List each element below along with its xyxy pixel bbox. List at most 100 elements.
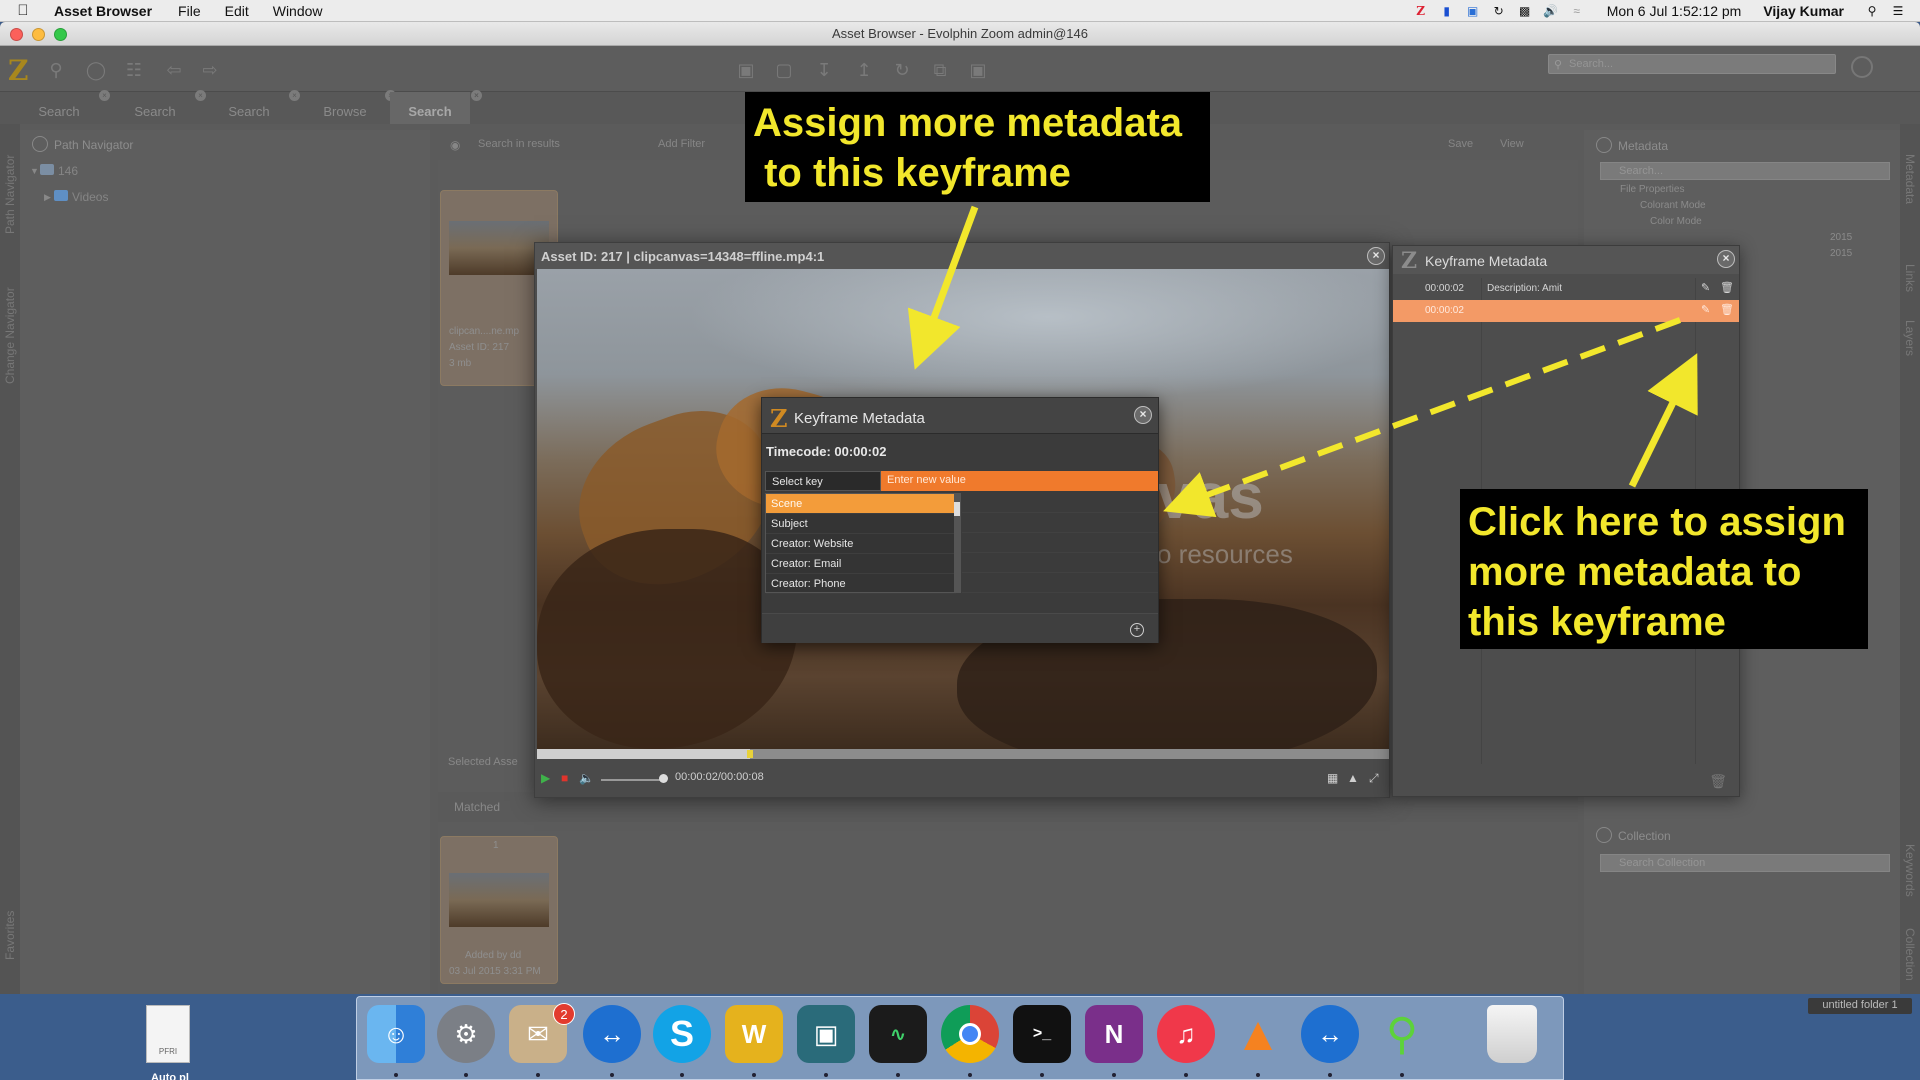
keyframe-row-selected[interactable]: 00:00:02 ✎ 🗑 <box>1393 300 1739 322</box>
refresh-icon[interactable]: ↻ <box>890 58 914 82</box>
layers-side-tab[interactable]: Layers <box>1903 320 1917 356</box>
menubar-clock[interactable]: Mon 6 Jul 1:52:12 pm <box>1595 3 1754 19</box>
browse-icon[interactable]: ☷ <box>122 58 146 82</box>
delete-trash-icon[interactable]: 🗑 <box>1720 303 1734 316</box>
app-menu[interactable]: Asset Browser <box>46 3 166 19</box>
teamviewer-alt-icon[interactable]: ↔ <box>1301 1005 1359 1063</box>
matched-asset-thumbnail[interactable] <box>449 873 549 927</box>
itunes-icon[interactable]: ♫ <box>1157 1005 1215 1063</box>
search-in-results-input[interactable]: Search in results <box>478 138 560 150</box>
zoom-search-icon[interactable]: ⚲ <box>1373 1005 1431 1063</box>
add-filter-button[interactable]: Add Filter <box>658 138 705 150</box>
edit-pencil-icon[interactable]: ✎ <box>1701 303 1710 316</box>
menu-file[interactable]: File <box>166 3 213 19</box>
video-scrubber[interactable] <box>537 749 1389 759</box>
tab-browse[interactable]: Browse × <box>306 90 396 124</box>
forward-arrow-icon[interactable]: ⇨ <box>198 58 222 82</box>
close-keyframe-dialog-button[interactable]: × <box>1134 406 1152 424</box>
skype-icon[interactable]: S <box>653 1005 711 1063</box>
file-properties-group[interactable]: File Properties <box>1600 184 1890 200</box>
keyframe-marker[interactable] <box>747 750 753 758</box>
chrome-icon[interactable] <box>941 1005 999 1063</box>
key-option-scene[interactable]: Scene <box>766 494 956 514</box>
user-account-icon[interactable] <box>1851 56 1873 78</box>
wifi-icon[interactable]: ≈ <box>1569 3 1585 19</box>
tab-search-1[interactable]: Search × <box>20 90 110 124</box>
teamviewer-tray-icon[interactable]: ▣ <box>1465 3 1481 19</box>
metadata-side-tab[interactable]: Metadata <box>1903 154 1917 204</box>
snapshot-icon[interactable]: ▲ <box>1347 771 1359 785</box>
search-icon[interactable]: ⚲ <box>44 58 68 82</box>
desktop-file-icon[interactable]: PFRI <box>146 1005 190 1063</box>
caret-right-icon[interactable]: ▶ <box>44 192 51 203</box>
screens-icon[interactable]: ▣ <box>797 1005 855 1063</box>
unlock-icon[interactable]: ▢ <box>772 58 796 82</box>
volume-knob[interactable] <box>659 774 668 783</box>
close-tab-icon[interactable]: × <box>195 90 206 101</box>
save-search-button[interactable]: Save <box>1448 138 1473 150</box>
system-preferences-icon[interactable]: ⚙ <box>437 1005 495 1063</box>
bluetooth-file-icon[interactable]: ▮ <box>1439 3 1455 19</box>
view-button[interactable]: View <box>1500 138 1524 150</box>
display-tray-icon[interactable]: ▩ <box>1517 3 1533 19</box>
delete-trash-icon[interactable]: 🗑 <box>1720 281 1734 294</box>
tab-search-2[interactable]: Search × <box>116 90 206 124</box>
key-option-creator-website[interactable]: Creator: Website <box>766 534 956 554</box>
caret-down-icon[interactable]: ▼ <box>30 166 39 176</box>
keyframe-row[interactable]: 00:00:02 Description: Amit ✎ 🗑 <box>1393 278 1739 300</box>
matched-asset-card[interactable]: 1 Added by dd 03 Jul 2015 3:31 PM <box>440 836 558 984</box>
spotlight-search-icon[interactable]: ⚲ <box>1864 3 1880 19</box>
delete-all-trash-icon[interactable]: 🗑 <box>1709 773 1727 790</box>
fullscreen-icon[interactable]: ⤢ <box>1369 771 1379 786</box>
play-icon[interactable]: ▶ <box>541 771 550 785</box>
add-metadata-button[interactable]: + <box>1130 623 1144 637</box>
zoom-tray-icon[interactable]: Z <box>1413 3 1429 19</box>
key-option-creator-email[interactable]: Creator: Email <box>766 554 956 574</box>
sync-tray-icon[interactable]: ↻ <box>1491 3 1507 19</box>
onenote-icon[interactable]: N <box>1085 1005 1143 1063</box>
vlc-icon[interactable]: ▲ <box>1229 1005 1287 1063</box>
lock-icon[interactable]: ▣ <box>734 58 758 82</box>
close-keyframe-panel-button[interactable]: × <box>1717 250 1735 268</box>
apple-menu-icon[interactable]:  <box>0 2 46 19</box>
options-scrollbar[interactable] <box>954 494 960 592</box>
finder-icon[interactable]: ☺ <box>367 1005 425 1063</box>
collection-search-input[interactable]: Search Collection <box>1600 854 1890 872</box>
key-option-creator-phone[interactable]: Creator: Phone <box>766 574 956 594</box>
close-tab-icon[interactable]: × <box>99 90 110 101</box>
select-key-dropdown[interactable]: Select key <box>765 471 881 491</box>
back-arrow-icon[interactable]: ⇦ <box>162 58 186 82</box>
change-navigator-side-tab[interactable]: Change Navigator <box>3 287 17 384</box>
download-icon[interactable]: ↧ <box>812 58 836 82</box>
teamviewer-icon[interactable]: ↔ <box>583 1005 641 1063</box>
keywords-side-tab[interactable]: Keywords <box>1903 844 1917 897</box>
activity-monitor-icon[interactable]: ∿ <box>869 1005 927 1063</box>
links-side-tab[interactable]: Links <box>1903 264 1917 292</box>
tab-search-active[interactable]: Search × <box>390 90 482 124</box>
filmstrip-icon[interactable]: ▦ <box>1327 771 1338 785</box>
global-search-input[interactable]: ⚲ Search... <box>1548 54 1836 74</box>
globe-icon[interactable]: ◯ <box>84 58 108 82</box>
volume-slider[interactable] <box>601 779 661 781</box>
terminal-icon[interactable]: >_ <box>1013 1005 1071 1063</box>
edit-pencil-icon[interactable]: ✎ <box>1701 281 1710 294</box>
menu-edit[interactable]: Edit <box>213 3 261 19</box>
metadata-value-input[interactable]: Enter new value <box>881 471 1158 491</box>
close-viewer-button[interactable]: × <box>1367 247 1385 265</box>
tree-item-videos[interactable]: ▶ Videos <box>20 184 430 210</box>
close-tab-icon[interactable]: × <box>289 90 300 101</box>
tab-search-3[interactable]: Search × <box>210 90 300 124</box>
scrollbar-thumb[interactable] <box>954 502 960 516</box>
menubar-user[interactable]: Vijay Kumar <box>1763 3 1854 19</box>
growl-icon[interactable]: W <box>725 1005 783 1063</box>
key-option-subject[interactable]: Subject <box>766 514 956 534</box>
upload-icon[interactable]: ↥ <box>852 58 876 82</box>
trash-icon[interactable] <box>1487 1005 1537 1063</box>
tree-item-146[interactable]: ▼ 146 <box>20 158 430 184</box>
collection-side-tab[interactable]: Collection <box>1903 928 1917 981</box>
favorites-side-tab[interactable]: Favorites <box>3 911 17 960</box>
volume-icon[interactable]: 🔊 <box>1543 3 1559 19</box>
path-navigator-side-tab[interactable]: Path Navigator <box>3 155 17 234</box>
menu-window[interactable]: Window <box>261 3 335 19</box>
cart-icon[interactable]: ▣ <box>966 58 990 82</box>
